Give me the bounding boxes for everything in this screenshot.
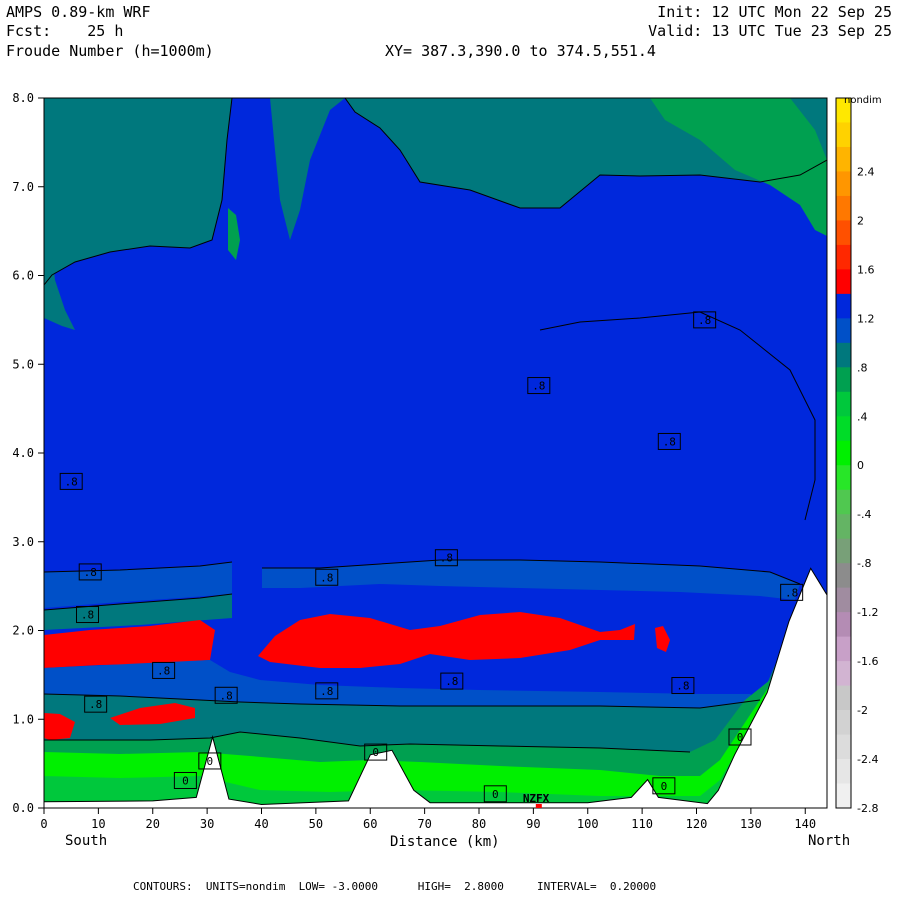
contour-label-text: .8 [84, 566, 97, 579]
colorbar-tick-label: -2.8 [857, 802, 878, 815]
x-tick-label: 0 [40, 817, 47, 831]
colorbar-swatch [836, 587, 851, 613]
colorbar-swatch [836, 759, 851, 785]
x-tick-label: 110 [631, 817, 653, 831]
cross-section-chart: 0 10 20 30 40 50 60 70 80 90 100 110 120 130 140 0.01.… [12, 91, 882, 850]
x-tick-label: 140 [794, 817, 816, 831]
colorbar-swatch [836, 685, 851, 711]
x-tick-label: 130 [740, 817, 762, 831]
contour-label-text: 0 [492, 788, 499, 801]
x-tick-label: 80 [472, 817, 486, 831]
colorbar-tick-label: 2 [857, 214, 864, 227]
contour-label-text: .8 [89, 698, 102, 711]
colorbar-swatch [836, 612, 851, 638]
contour-label-text: 0 [182, 774, 189, 787]
contour-label-text: .8 [65, 475, 78, 488]
y-tick-label: 3.0 [12, 535, 34, 549]
colorbar-swatch [836, 244, 851, 270]
colorbar: 2.4 2 1.6 1.2 .8 .4 0 -.4 -.8 -1.2 -1.6 -2 -2.4 -2.8 [835, 97, 878, 815]
contour-label-text: .8 [532, 380, 545, 393]
colorbar-swatch [836, 318, 851, 344]
x-tick-label: 100 [577, 817, 599, 831]
x-tick-label: 30 [200, 817, 214, 831]
colorbar-tick-label: -2.4 [857, 753, 878, 766]
colorbar-swatch [836, 538, 851, 564]
y-tick-label: 5.0 [12, 357, 34, 371]
colorbar-tick-label: -1.6 [857, 655, 878, 668]
y-tick-label: 4.0 [12, 446, 34, 460]
colorbar-swatch [836, 293, 851, 319]
south-label: South [65, 833, 107, 849]
contour-label-text: .8 [157, 664, 170, 677]
contour-label-text: .8 [785, 586, 798, 599]
colorbar-tick-label: -.8 [857, 557, 871, 570]
contour-label-text: 0 [207, 755, 214, 768]
y-tick-label: 6.0 [12, 269, 34, 283]
x-tick-label: 40 [254, 817, 268, 831]
x-tick-label: 60 [363, 817, 377, 831]
contour-label-text: .8 [676, 680, 689, 693]
x-tick-label: 50 [309, 817, 323, 831]
colorbar-swatch [836, 342, 851, 368]
contour-label-text: .8 [440, 552, 453, 565]
colorbar-swatch [836, 661, 851, 687]
colorbar-swatch [836, 367, 851, 393]
x-axis-title: Distance (km) [390, 834, 500, 850]
y-tick-label: 7.0 [12, 180, 34, 194]
colorbar-swatch [836, 514, 851, 540]
contour-label-text: .8 [220, 689, 233, 702]
contour-info: CONTOURS: UNITS=nondim LOW= -3.0000 HIGH… [133, 880, 657, 893]
colorbar-swatch [836, 220, 851, 246]
colorbar-tick-label: 2.4 [857, 165, 875, 178]
contour-fill [44, 98, 827, 808]
colorbar-swatch [836, 563, 851, 589]
x-tick-label: 10 [91, 817, 105, 831]
colorbar-swatch [836, 146, 851, 172]
contour-label-text: .8 [320, 571, 333, 584]
x-tick-label: 20 [146, 817, 160, 831]
y-axis: 0.0 1.0 2.0 3.0 4.0 5.0 6.0 7.0 8.0 [12, 91, 44, 815]
x-tick-label: 70 [417, 817, 431, 831]
contour-label-text: .8 [663, 435, 676, 448]
colorbar-swatch [836, 636, 851, 662]
colorbar-swatch [836, 171, 851, 197]
colorbar-swatch [836, 195, 851, 221]
colorbar-swatch [836, 440, 851, 466]
colorbar-swatch [836, 122, 851, 148]
colorbar-swatch [836, 391, 851, 417]
colorbar-swatch [836, 734, 851, 760]
colorbar-tick-label: .8 [857, 361, 868, 374]
colorbar-swatch [836, 710, 851, 736]
contour-label-text: 0 [372, 746, 379, 759]
colorbar-tick-label: 1.2 [857, 312, 875, 325]
contour-label-text: 0 [737, 731, 744, 744]
y-tick-label: 8.0 [12, 91, 34, 105]
colorbar-swatch [836, 489, 851, 515]
colorbar-tick-label: -1.2 [857, 606, 878, 619]
contour-label-text: .8 [445, 675, 458, 688]
colorbar-tick-label: -.4 [857, 508, 871, 521]
contour-label-text: .8 [81, 609, 94, 622]
y-tick-label: 2.0 [12, 624, 34, 638]
colorbar-swatch [836, 269, 851, 295]
colorbar-tick-label: .4 [857, 410, 868, 423]
x-tick-label: 120 [686, 817, 708, 831]
colorbar-swatch [836, 465, 851, 491]
north-label: North [808, 833, 850, 849]
station-marker [535, 804, 542, 808]
contour-label-text: .8 [698, 314, 711, 327]
colorbar-tick-label: 1.6 [857, 263, 875, 276]
x-tick-label: 90 [526, 817, 540, 831]
x-axis: 0 10 20 30 40 50 60 70 80 90 100 110 120 130 140 [40, 808, 816, 831]
colorbar-swatch [836, 783, 851, 809]
colorbar-units: nondim [844, 95, 882, 106]
colorbar-swatch [836, 416, 851, 442]
colorbar-tick-label: 0 [857, 459, 864, 472]
station-label: NZFX [523, 792, 550, 805]
contour-label-text: 0 [661, 780, 668, 793]
y-tick-label: 1.0 [12, 712, 34, 726]
y-tick-label: 0.0 [12, 801, 34, 815]
contour-label-text: .8 [320, 685, 333, 698]
colorbar-tick-label: -2 [857, 704, 868, 717]
